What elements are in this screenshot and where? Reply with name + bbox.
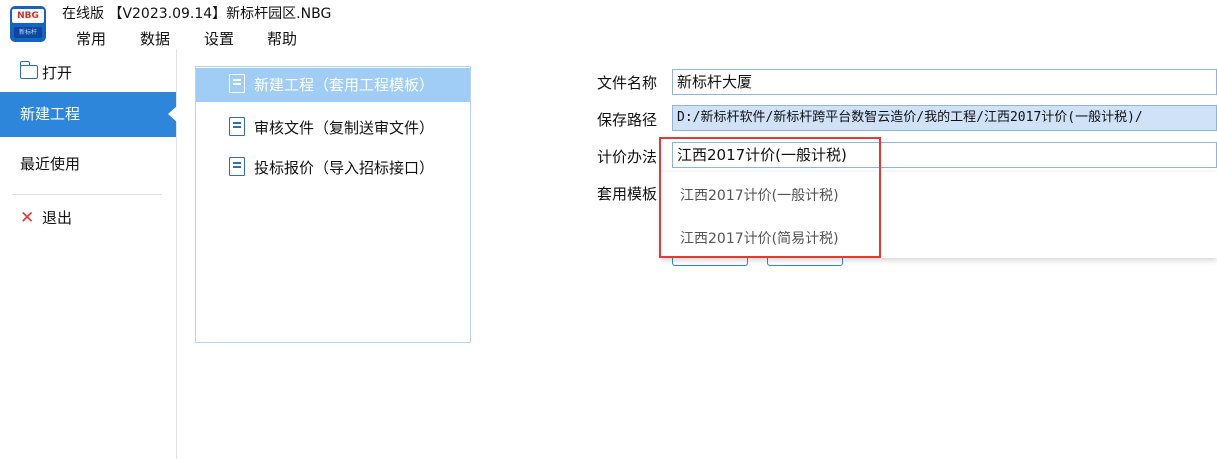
pricing-method-label: 计价办法 xyxy=(597,148,658,166)
nav-item-exit[interactable]: ✕ 退出 xyxy=(0,196,176,241)
template-item-bid-quote[interactable]: 投标报价（导入招标接口） xyxy=(196,151,470,185)
close-icon: ✕ xyxy=(20,208,35,228)
app-logo: NBG 新标杆 xyxy=(10,6,46,42)
menu-item-settings[interactable]: 设置 xyxy=(204,28,234,49)
nav-item-label: 打开 xyxy=(42,64,73,82)
template-panel: 新建工程（套用工程模板） 审核文件（复制送审文件） 投标报价（导入招标接口） xyxy=(195,66,471,343)
app-title: 在线版 【V2023.09.14】新标杆园区.NBG xyxy=(62,6,332,22)
file-name-label: 文件名称 xyxy=(597,74,658,92)
nav-item-new-project[interactable]: 新建工程 xyxy=(0,92,177,137)
save-path-label: 保存路径 xyxy=(597,111,658,129)
template-item-label: 审核文件（复制送审文件） xyxy=(254,119,435,137)
menu-item-data[interactable]: 数据 xyxy=(140,28,170,49)
nav-item-label: 新建工程 xyxy=(20,105,81,123)
nav-item-label: 退出 xyxy=(42,209,73,227)
menu-item-common[interactable]: 常用 xyxy=(76,28,106,49)
folder-icon xyxy=(19,61,38,79)
bid-document-icon xyxy=(229,157,245,176)
file-name-input[interactable]: 新标杆大厦 xyxy=(672,69,1217,95)
dropdown-option-simple-tax[interactable]: 江西2017计价(简易计税) xyxy=(680,228,839,248)
save-path-input[interactable]: D:/新标杆软件/新标杆跨平台数智云造价/我的工程/江西2017计价(一般计税)… xyxy=(672,105,1217,131)
logo-text: NBG xyxy=(12,9,44,23)
template-item-review-file[interactable]: 审核文件（复制送审文件） xyxy=(196,111,470,145)
document-icon xyxy=(229,117,245,136)
template-item-label: 投标报价（导入招标接口） xyxy=(254,159,435,177)
nav-item-label: 最近使用 xyxy=(20,155,81,173)
logo-subtext: 新标杆 xyxy=(14,27,42,38)
template-label: 套用模板 xyxy=(597,185,658,203)
template-item-label: 新建工程（套用工程模板） xyxy=(254,76,435,94)
left-nav: 打开 新建工程 最近使用 ✕ 退出 xyxy=(0,49,177,459)
nav-item-open[interactable]: 打开 xyxy=(0,51,176,96)
pricing-method-dropdown: 江西2017计价(一般计税) 江西2017计价(简易计税) xyxy=(661,172,1217,258)
document-icon xyxy=(229,74,245,93)
dropdown-option-general-tax[interactable]: 江西2017计价(一般计税) xyxy=(680,185,839,205)
nav-item-recent[interactable]: 最近使用 xyxy=(0,142,176,187)
nav-divider xyxy=(12,194,162,195)
template-item-new-project[interactable]: 新建工程（套用工程模板） xyxy=(196,68,470,102)
menu-item-help[interactable]: 帮助 xyxy=(267,28,297,49)
pricing-method-select[interactable]: 江西2017计价(一般计税) xyxy=(672,142,1217,168)
